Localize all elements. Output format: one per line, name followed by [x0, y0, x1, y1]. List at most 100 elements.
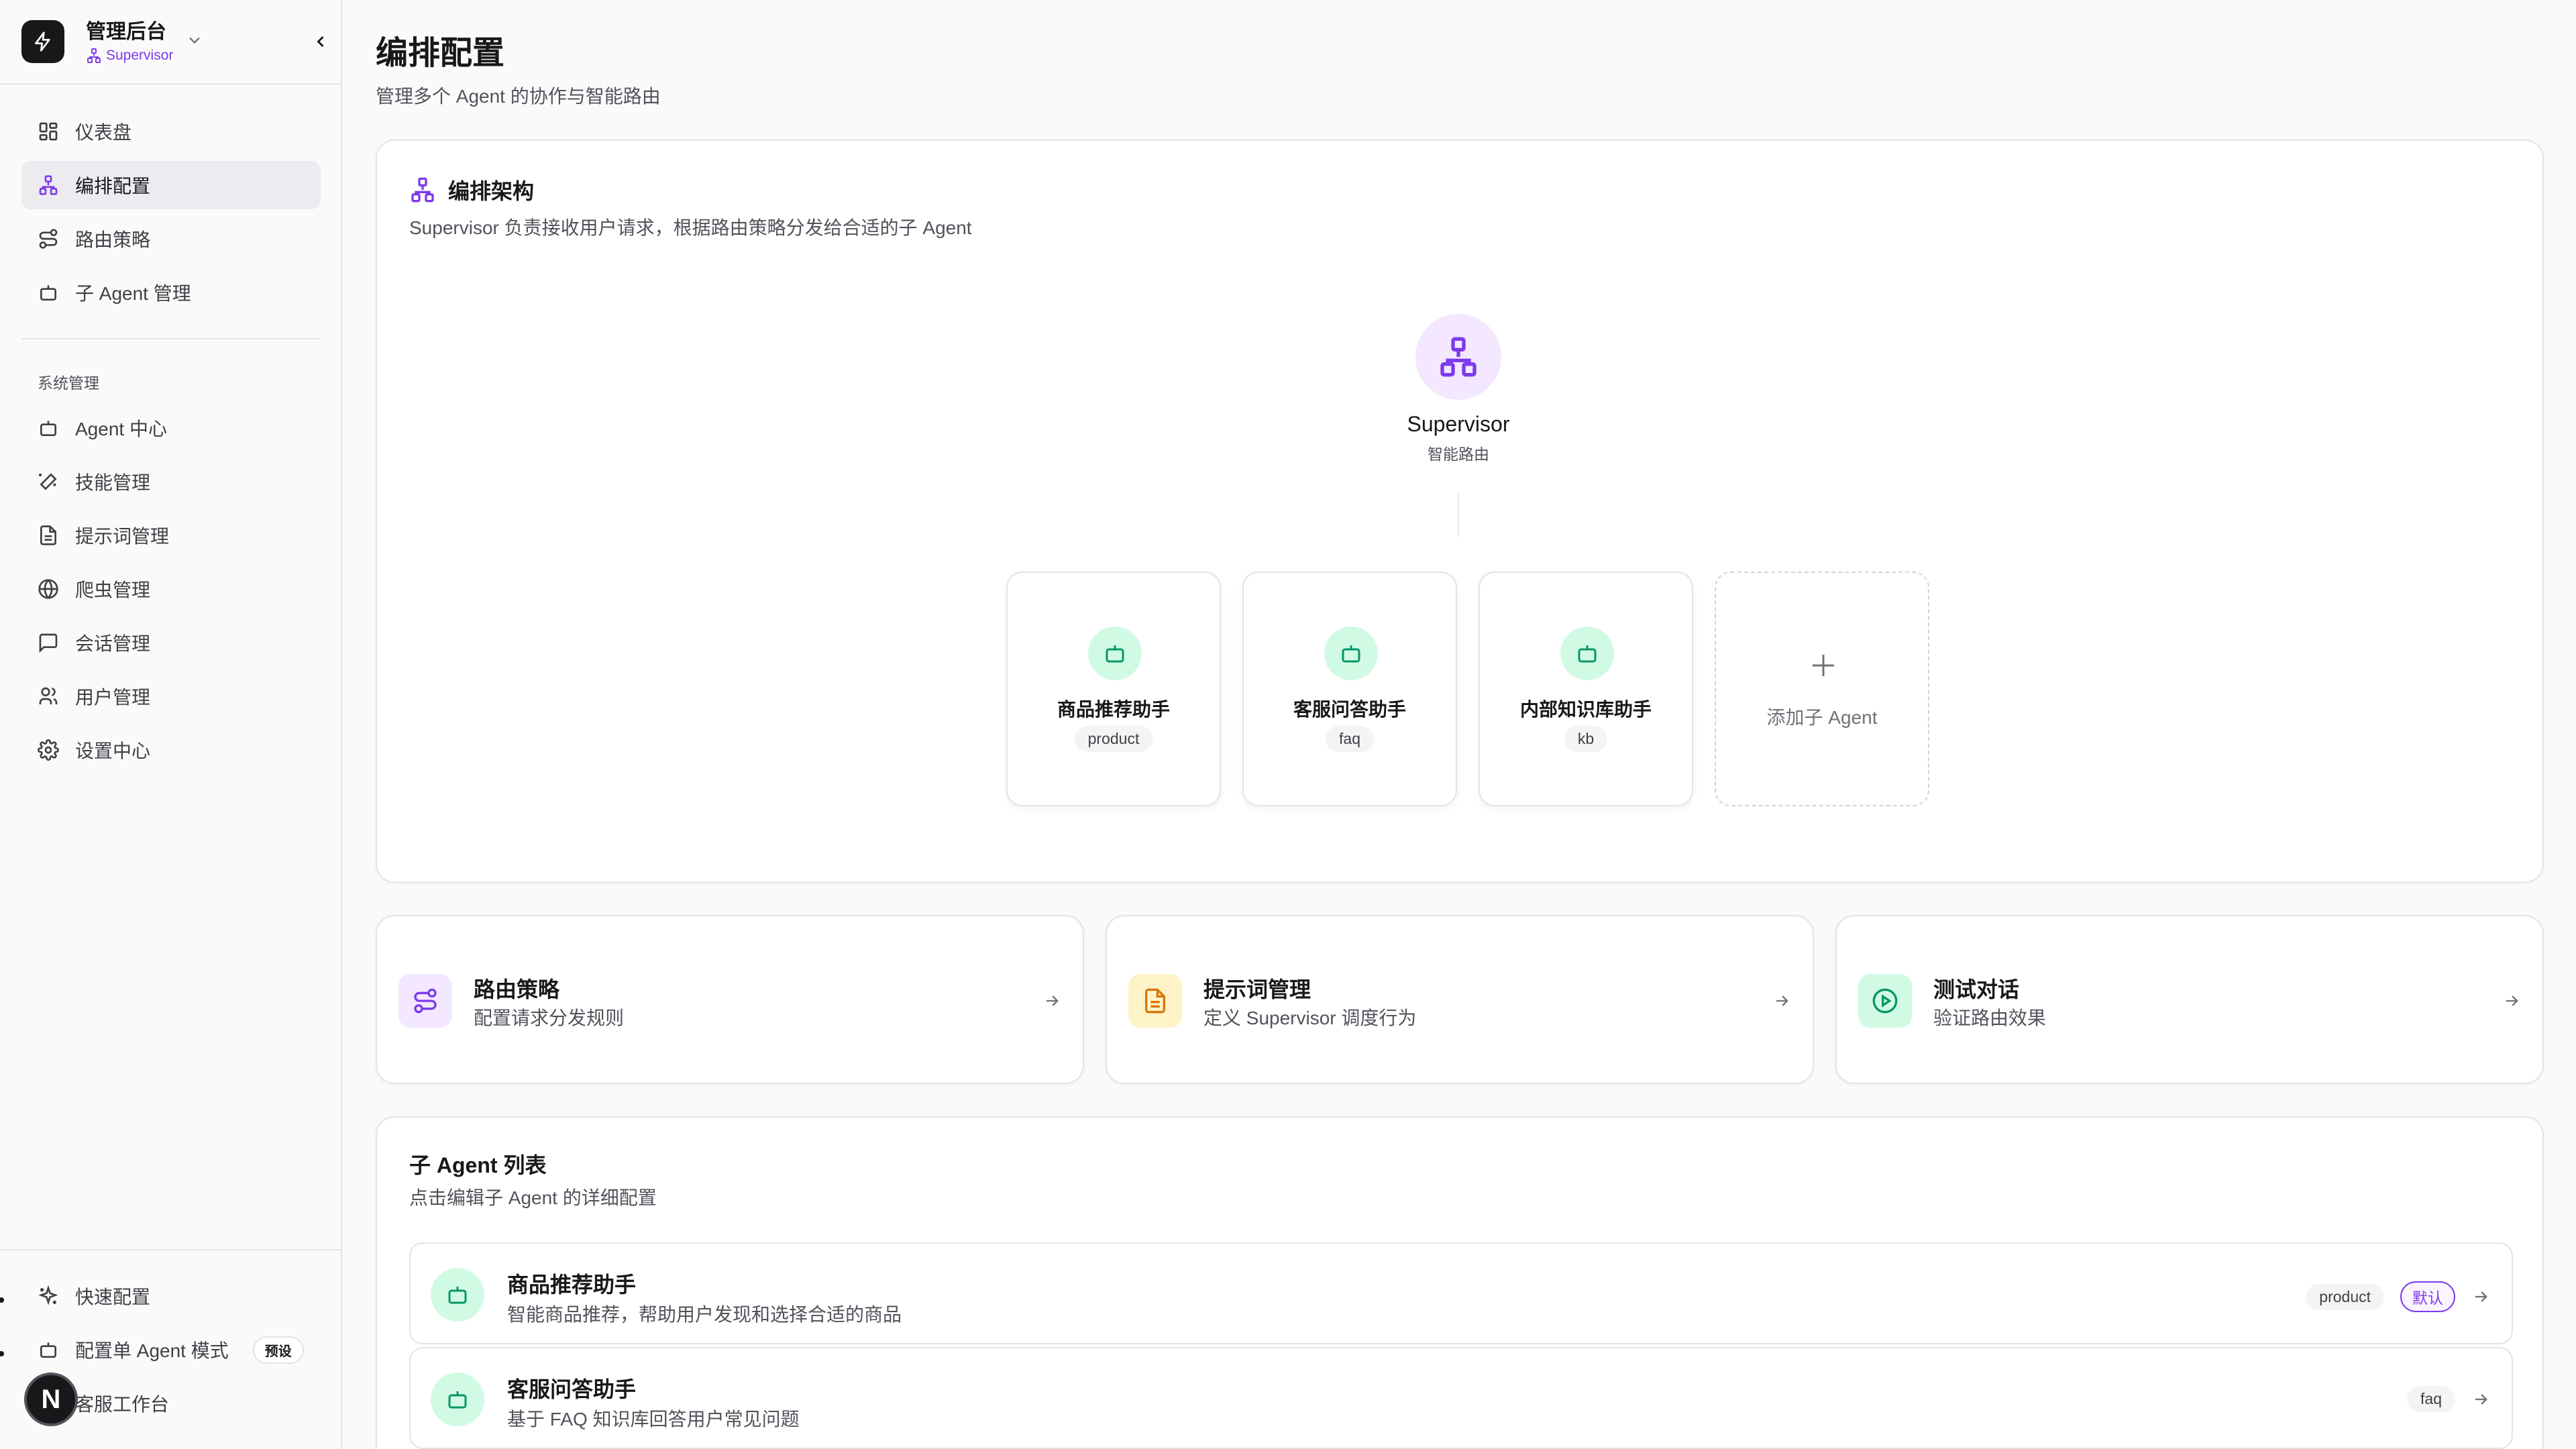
quick-link-routing[interactable]: 路由策略 配置请求分发规则: [376, 915, 1084, 1084]
sidebar-item-users[interactable]: 用户管理: [21, 672, 321, 720]
agent-name: 商品推荐助手: [507, 1273, 637, 1297]
bot-icon: [1088, 627, 1142, 680]
sidebar-item-label: 快速配置: [75, 1287, 151, 1307]
list-item[interactable]: 商品推荐助手 智能商品推荐，帮助用户发现和选择合适的商品 product 默认: [409, 1242, 2513, 1344]
bot-icon: [1560, 627, 1614, 680]
wand-icon: [38, 471, 59, 492]
arrow-right-icon: [2471, 1390, 2490, 1409]
sidebar-item-routing[interactable]: 路由策略: [21, 215, 321, 263]
quick-link-desc: 定义 Supervisor 调度行为: [1203, 1008, 1417, 1028]
chat-icon: [38, 632, 59, 653]
agent-node-faq[interactable]: 客服问答助手 faq: [1242, 572, 1457, 806]
sidebar-item-orchestration[interactable]: 编排配置: [21, 161, 321, 209]
globe-icon: [38, 578, 59, 600]
quick-link-title: 测试对话: [1933, 977, 2020, 1002]
sidebar-divider: [21, 338, 321, 339]
bot-icon: [38, 282, 59, 303]
arrow-right-icon: [1772, 991, 1791, 1010]
collapse-sidebar-button[interactable]: [309, 30, 333, 54]
agent-node-name: 商品推荐助手: [1057, 699, 1170, 720]
bot-icon: [1324, 627, 1378, 680]
agent-meta: faq: [2407, 1386, 2490, 1412]
sidebar-item-label: 编排配置: [75, 176, 151, 197]
route-icon: [38, 228, 59, 250]
chevron-down-icon: [185, 31, 204, 50]
page-subtitle: 管理多个 Agent 的协作与智能路由: [376, 86, 661, 107]
sidebar-item-label: 配置单 Agent 模式: [75, 1340, 229, 1361]
page-title: 编排配置: [376, 36, 505, 71]
sidebar-item-quick-setup[interactable]: 快速配置: [21, 1272, 321, 1320]
agent-node-name: 内部知识库助手: [1519, 699, 1652, 720]
app-title: 管理后台: [86, 21, 166, 43]
sidebar: 管理后台 Supervisor 仪表盘 编排配置 路由策略 子 Agent 管理…: [0, 0, 342, 1449]
sidebar-item-label: 路由策略: [75, 229, 151, 250]
agent-meta: product 默认: [2306, 1281, 2490, 1312]
sidebar-item-crawler[interactable]: 爬虫管理: [21, 565, 321, 613]
sidebar-item-skills[interactable]: 技能管理: [21, 458, 321, 506]
agent-list-title: 子 Agent 列表: [409, 1153, 547, 1177]
arrow-right-icon: [2502, 991, 2521, 1010]
sidebar-item-agent-center[interactable]: Agent 中心: [21, 404, 321, 452]
sidebar-item-label: 提示词管理: [75, 526, 170, 547]
quick-link-title: 路由策略: [474, 977, 560, 1002]
sidebar-item-settings[interactable]: 设置中心: [21, 726, 321, 774]
sidebar-item-label: 子 Agent 管理: [75, 283, 191, 304]
list-bullet: [0, 1297, 4, 1303]
agent-node-product[interactable]: 商品推荐助手 product: [1006, 572, 1221, 806]
supervisor-node-icon: [1415, 314, 1501, 400]
supervisor-desc: 智能路由: [1428, 445, 1489, 463]
brand-switcher[interactable]: 管理后台 Supervisor: [21, 20, 324, 64]
preset-badge: 预设: [252, 1336, 304, 1364]
sidebar-divider: [0, 83, 342, 85]
sidebar-item-sub-agents[interactable]: 子 Agent 管理: [21, 268, 321, 317]
agent-node-kb[interactable]: 内部知识库助手 kb: [1479, 572, 1693, 806]
architecture-card: 编排架构 Supervisor 负责接收用户请求，根据路由策略分发给合适的子 A…: [376, 140, 2544, 883]
sidebar-item-label: 仪表盘: [75, 122, 132, 143]
architecture-header: 编排架构: [409, 174, 534, 205]
sidebar-item-single-agent-mode[interactable]: 配置单 Agent 模式 预设: [21, 1326, 321, 1374]
bot-icon: [431, 1268, 484, 1322]
lightning-icon: [21, 20, 64, 63]
arrow-right-icon: [2471, 1287, 2490, 1306]
gear-icon: [38, 739, 59, 761]
bot-icon: [431, 1373, 484, 1426]
default-badge: 默认: [2400, 1281, 2455, 1312]
quick-link-prompts[interactable]: 提示词管理 定义 Supervisor 调度行为: [1106, 915, 1814, 1084]
add-agent-button[interactable]: 添加子 Agent: [1715, 572, 1929, 806]
add-agent-label: 添加子 Agent: [1766, 707, 1878, 728]
sidebar-item-label: 会话管理: [75, 633, 151, 654]
agent-desc: 智能商品推荐，帮助用户发现和选择合适的商品: [507, 1304, 902, 1325]
sidebar-item-dashboard[interactable]: 仪表盘: [21, 107, 321, 156]
network-icon: [86, 48, 102, 64]
agent-node-tag: faq: [1326, 726, 1374, 752]
sidebar-item-label: Agent 中心: [75, 419, 167, 439]
sparkles-icon: [38, 1285, 59, 1307]
bot-icon: [38, 1339, 59, 1360]
users-icon: [38, 686, 59, 707]
agent-node-tag: product: [1074, 726, 1153, 752]
list-bullet: [0, 1351, 4, 1356]
play-icon: [1858, 974, 1912, 1028]
list-item[interactable]: 客服问答助手 基于 FAQ 知识库回答用户常见问题 faq: [409, 1347, 2513, 1449]
sidebar-section-label: 系统管理: [38, 374, 99, 392]
dashboard-icon: [38, 121, 59, 142]
architecture-subtitle: Supervisor 负责接收用户请求，根据路由策略分发给合适的子 Agent: [409, 217, 972, 238]
agent-desc: 基于 FAQ 知识库回答用户常见问题: [507, 1409, 800, 1430]
agent-name: 客服问答助手: [507, 1377, 637, 1401]
sidebar-divider: [0, 1249, 342, 1250]
agent-node-name: 客服问答助手: [1293, 699, 1406, 720]
quick-link-desc: 验证路由效果: [1933, 1008, 2047, 1028]
document-icon: [1128, 974, 1182, 1028]
quick-link-title: 提示词管理: [1203, 977, 1311, 1002]
main-content: 编排配置 管理多个 Agent 的协作与智能路由 编排架构 Supervisor…: [343, 0, 2576, 1449]
user-avatar[interactable]: N: [24, 1373, 78, 1426]
quick-link-test-chat[interactable]: 测试对话 验证路由效果: [1835, 915, 2544, 1084]
sidebar-item-prompts[interactable]: 提示词管理: [21, 511, 321, 559]
sidebar-item-sessions[interactable]: 会话管理: [21, 619, 321, 667]
agent-list-card: 子 Agent 列表 点击编辑子 Agent 的详细配置 商品推荐助手 智能商品…: [376, 1116, 2544, 1449]
architecture-title: 编排架构: [448, 179, 535, 203]
app-subtitle: Supervisor: [86, 47, 173, 64]
plus-icon: [1807, 649, 1839, 682]
network-icon: [38, 174, 59, 196]
connector-line: [1458, 494, 1459, 537]
